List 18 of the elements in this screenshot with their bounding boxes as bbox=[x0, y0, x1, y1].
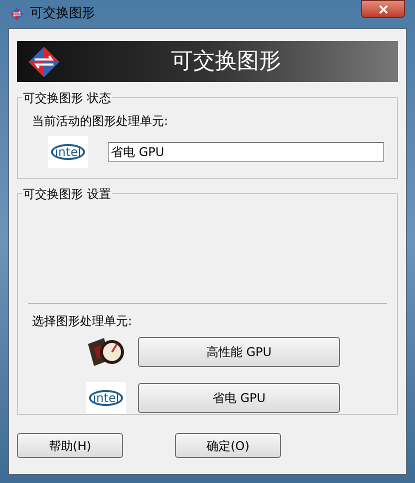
dialog-button[interactable]: 确定(O) bbox=[175, 433, 281, 458]
window-title: 可交换图形 bbox=[30, 5, 95, 24]
intel-logo: intel bbox=[48, 136, 88, 168]
banner-title: 可交换图形 bbox=[171, 48, 281, 76]
intel-logo: intel bbox=[86, 382, 126, 414]
group-label: 选择图形处理单元: bbox=[32, 313, 134, 330]
group-title: 可交换图形 状态 bbox=[22, 89, 112, 107]
gpu-option-button[interactable]: 高性能 GPU bbox=[138, 337, 340, 367]
close-button[interactable] bbox=[361, 0, 405, 18]
gpu-option-button[interactable]: 省电 GPU bbox=[138, 383, 340, 413]
app-icon bbox=[10, 7, 24, 21]
gpu-gauge-icon bbox=[86, 336, 126, 368]
close-icon bbox=[378, 4, 388, 14]
dialog-button[interactable]: 帮助(H) bbox=[17, 433, 123, 458]
swap-logo-icon bbox=[27, 44, 61, 78]
group-label: 当前活动的图形处理单元: bbox=[32, 113, 170, 130]
group-title: 可交换图形 设置 bbox=[22, 185, 112, 203]
active-gpu-field[interactable]: 省电 GPU bbox=[108, 142, 384, 162]
